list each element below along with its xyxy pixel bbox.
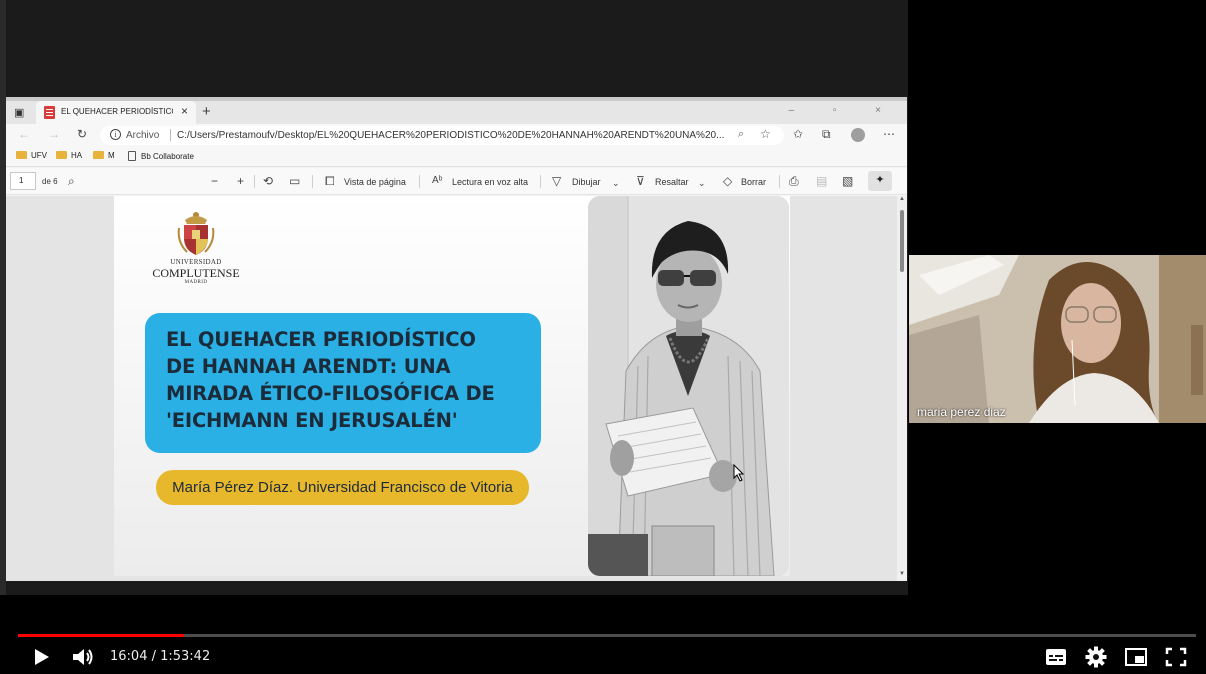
info-icon[interactable]: i: [110, 129, 121, 140]
play-button[interactable]: [28, 645, 54, 669]
scroll-up-icon[interactable]: ▲: [899, 196, 905, 202]
profile-avatar[interactable]: [851, 128, 865, 142]
favorites-icon[interactable]: ✩: [793, 127, 803, 141]
title-box: EL QUEHACER PERIODÍSTICO DE HANNAH AREND…: [145, 313, 541, 453]
participant-video: [909, 255, 1206, 423]
save-icon[interactable]: ▤: [816, 174, 827, 188]
slide-title: EL QUEHACER PERIODÍSTICO DE HANNAH AREND…: [166, 328, 495, 432]
read-aloud-button[interactable]: Lectura en voz alta: [452, 177, 528, 187]
page-view-button[interactable]: Vista de página: [344, 177, 406, 187]
draw-icon: ▽: [552, 174, 562, 188]
search-icon[interactable]: ⌕: [68, 174, 75, 188]
tab-title: EL QUEHACER PERIODÍSTICO DE: [61, 107, 173, 116]
toolbar-divider: [312, 175, 313, 188]
pdf-document-view[interactable]: UNIVERSIDAD COMPLUTENSE MADRID EL QUEHAC…: [6, 196, 897, 581]
miniplayer-icon[interactable]: [1123, 645, 1149, 669]
forward-icon[interactable]: →: [48, 127, 60, 141]
progress-played: [18, 634, 185, 637]
collections-icon[interactable]: ⧉: [822, 127, 831, 142]
chevron-down-icon[interactable]: ⌄: [698, 176, 706, 190]
settings-gear-icon[interactable]: [1083, 645, 1109, 669]
pdf-toolbar: 1 de 6 ⌕ − + ⟲ ▭ ⧠ Vista de página Aᵇ Le…: [6, 168, 907, 195]
site-info-label: Archivo: [126, 130, 160, 141]
print-icon[interactable]: ⎙: [789, 174, 799, 188]
new-tab-button[interactable]: +: [202, 103, 211, 120]
volume-icon[interactable]: [70, 645, 96, 669]
participant-webcam: maria perez diaz: [909, 255, 1206, 423]
pdf-icon: [44, 106, 55, 119]
erase-button[interactable]: Borrar: [741, 177, 766, 187]
page-icon: [128, 151, 136, 161]
university-name-line1: UNIVERSIDAD: [170, 258, 222, 266]
mouse-cursor-icon: [733, 464, 745, 482]
chevron-down-icon[interactable]: ⌄: [612, 176, 620, 190]
toolbar-divider: [254, 175, 255, 188]
zoom-icon[interactable]: ⌕: [738, 128, 744, 141]
pdf-page: UNIVERSIDAD COMPLUTENSE MADRID EL QUEHAC…: [114, 196, 790, 576]
favorite-folder-m[interactable]: M: [93, 151, 115, 160]
tab-actions-icon[interactable]: ▣: [14, 106, 28, 120]
pin-toolbar-button[interactable]: ✦: [868, 171, 892, 191]
url-text[interactable]: C:/Users/Prestamoufv/Desktop/EL%20QUEHAC…: [177, 130, 737, 141]
toolbar-divider: [419, 175, 420, 188]
tab-strip: ▣ EL QUEHACER PERIODÍSTICO DE × + – ▫ ×: [6, 97, 907, 124]
shared-screen: ▣ EL QUEHACER PERIODÍSTICO DE × + – ▫ × …: [0, 0, 908, 595]
scroll-down-icon[interactable]: ▼: [899, 571, 905, 577]
save-as-icon[interactable]: ▧: [842, 174, 853, 188]
video-player-controls: 16:04 / 1:53:42: [0, 595, 1206, 674]
window-controls[interactable]: – ▫ ×: [788, 105, 899, 116]
toolbar-divider: [540, 175, 541, 188]
university-logo: UNIVERSIDAD COMPLUTENSE MADRID: [150, 208, 242, 288]
university-city: MADRID: [184, 280, 208, 285]
highlight-icon: ⊽: [636, 174, 645, 188]
scrollbar-thumb[interactable]: [900, 210, 904, 272]
fit-page-icon[interactable]: ▭: [289, 174, 300, 188]
reload-icon[interactable]: ↻: [77, 127, 87, 141]
address-bar[interactable]: i Archivo C:/Users/Prestamoufv/Desktop/E…: [100, 126, 784, 145]
zoom-out-button[interactable]: −: [211, 174, 218, 188]
university-seal-icon: [177, 212, 215, 255]
progress-bar[interactable]: [18, 634, 1196, 637]
more-options-icon[interactable]: ⋯: [883, 127, 895, 141]
folder-icon: [16, 151, 27, 159]
page-count: de 6: [42, 177, 58, 186]
close-tab-icon[interactable]: ×: [181, 104, 188, 118]
read-aloud-icon: Aᵇ: [432, 175, 443, 186]
university-name-line2: COMPLUTENSE: [152, 266, 240, 280]
rotate-icon[interactable]: ⟲: [263, 174, 273, 188]
draw-button[interactable]: Dibujar: [572, 177, 601, 187]
address-divider: [170, 129, 171, 141]
toolbar-divider: [779, 175, 780, 188]
subtitles-icon[interactable]: [1043, 645, 1069, 669]
favorite-folder-ha[interactable]: HA: [56, 151, 82, 160]
pin-icon: ✦: [875, 174, 885, 186]
add-favorite-icon[interactable]: ☆: [760, 127, 771, 141]
zoom-in-button[interactable]: +: [237, 174, 244, 188]
back-icon[interactable]: ←: [18, 127, 30, 141]
time-display: 16:04 / 1:53:42: [110, 649, 211, 664]
hannah-arendt-photo: [588, 196, 789, 576]
author-box: María Pérez Díaz. Universidad Francisco …: [156, 470, 529, 505]
fullscreen-icon[interactable]: [1163, 645, 1189, 669]
page-number-input[interactable]: 1: [10, 172, 36, 190]
favorite-folder-ufv[interactable]: UFV: [16, 151, 47, 160]
address-row: ← → ↻ i Archivo C:/Users/Prestamoufv/Des…: [6, 124, 907, 147]
favorites-bar: UFV HA M Bb Collaborate: [6, 147, 907, 167]
browser-window: ▣ EL QUEHACER PERIODÍSTICO DE × + – ▫ × …: [6, 97, 907, 581]
vertical-scrollbar[interactable]: ▲ ▼: [897, 196, 907, 581]
highlight-button[interactable]: Resaltar: [655, 177, 689, 187]
author-text: María Pérez Díaz. Universidad Francisco …: [172, 479, 513, 496]
browser-tab[interactable]: EL QUEHACER PERIODÍSTICO DE ×: [36, 101, 196, 124]
participant-name: maria perez diaz: [917, 405, 1006, 419]
folder-icon: [56, 151, 67, 159]
folder-icon: [93, 151, 104, 159]
favorite-bb-collaborate[interactable]: Bb Collaborate: [128, 151, 194, 161]
page-view-icon: ⧠: [325, 174, 335, 188]
eraser-icon: ◇: [723, 174, 733, 188]
